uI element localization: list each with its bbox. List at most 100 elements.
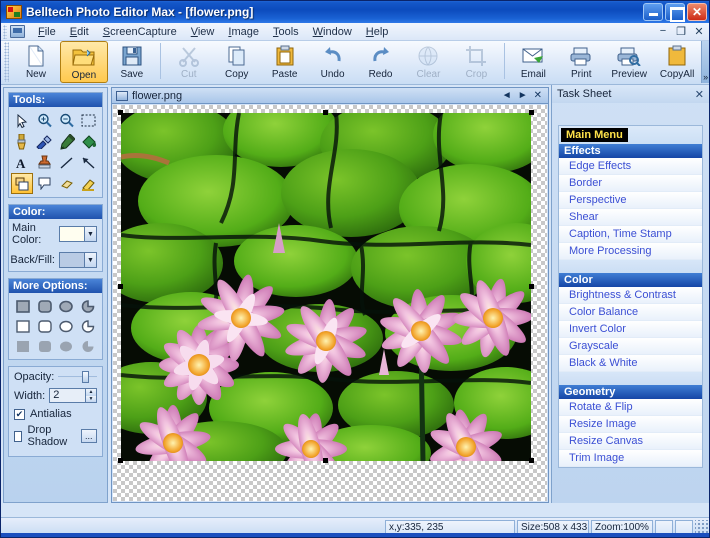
selection-handle-tr[interactable] xyxy=(529,110,534,115)
task-link-black-white[interactable]: Black & White xyxy=(559,355,702,372)
toolbar-button-new[interactable]: New xyxy=(12,41,60,83)
toolbar-button-copyall[interactable]: CopyAll xyxy=(653,41,701,83)
width-value[interactable]: 2 xyxy=(50,389,85,402)
document-close-icon[interactable]: ✕ xyxy=(534,90,542,101)
image-canvas[interactable] xyxy=(113,105,547,501)
fill-tool[interactable] xyxy=(78,131,100,152)
toolbar-button-email[interactable]: Email xyxy=(509,41,557,83)
task-link-border[interactable]: Border xyxy=(559,175,702,192)
zoom-in-tool[interactable] xyxy=(33,110,55,131)
task-link-color-balance[interactable]: Color Balance xyxy=(559,304,702,321)
toolbar-button-print[interactable]: Print xyxy=(557,41,605,83)
task-link-resize-image[interactable]: Resize Image xyxy=(559,416,702,433)
mdi-minimize-button[interactable]: − xyxy=(657,25,669,38)
selection-handle-bl[interactable] xyxy=(118,458,123,463)
maximize-button[interactable] xyxy=(665,3,685,21)
selection-handle-tl[interactable] xyxy=(118,110,123,115)
style-outline-square[interactable] xyxy=(12,317,34,335)
task-link-resize-canvas[interactable]: Resize Canvas xyxy=(559,433,702,450)
toolbar-button-clear[interactable]: Clear xyxy=(405,41,453,83)
chevron-down-icon[interactable]: ▼ xyxy=(84,227,96,241)
callout-tool[interactable] xyxy=(33,173,55,194)
menu-item-tools[interactable]: Tools xyxy=(266,24,306,40)
menu-item-edit[interactable]: Edit xyxy=(63,24,96,40)
style-solid-square[interactable] xyxy=(12,337,34,355)
menu-item-file[interactable]: FFileile xyxy=(31,24,63,40)
task-link-more-processing[interactable]: More Processing xyxy=(559,243,702,260)
backfill-color-picker[interactable]: ▼ xyxy=(59,252,97,268)
task-link-rotate-flip[interactable]: Rotate & Flip xyxy=(559,399,702,416)
menu-drag-grip[interactable] xyxy=(3,25,7,39)
selection-handle-tc[interactable] xyxy=(323,110,328,115)
line-tool[interactable] xyxy=(56,152,78,173)
pointer-tool[interactable] xyxy=(11,110,33,131)
mdi-close-button[interactable]: ✕ xyxy=(693,25,705,38)
opacity-slider[interactable] xyxy=(58,371,97,383)
highlighter-tool[interactable] xyxy=(78,173,100,194)
toolbar-button-crop[interactable]: Crop xyxy=(452,41,500,83)
style-outline-ellipse[interactable] xyxy=(56,317,78,335)
zoom-out-tool[interactable] xyxy=(56,110,78,131)
task-link-grayscale[interactable]: Grayscale xyxy=(559,338,702,355)
toolbar-button-copy[interactable]: Copy xyxy=(213,41,261,83)
toolbar-button-paste[interactable]: Paste xyxy=(261,41,309,83)
chevron-down-icon[interactable]: ▼ xyxy=(84,253,96,267)
toolbar-overflow-chevron-icon[interactable] xyxy=(701,41,710,83)
mdi-restore-button[interactable]: ❐ xyxy=(675,25,687,38)
menu-item-window[interactable]: Window xyxy=(306,24,359,40)
antialias-checkbox-row[interactable]: ✔ Antialias xyxy=(14,408,97,420)
color-picker-tool[interactable] xyxy=(33,131,55,152)
document-next-icon[interactable]: ► xyxy=(518,90,528,101)
select-tool[interactable] xyxy=(78,110,100,131)
close-button[interactable]: ✕ xyxy=(687,3,707,21)
toolbar-button-cut[interactable]: Cut xyxy=(165,41,213,83)
eraser-tool[interactable] xyxy=(56,173,78,194)
selection-handle-br[interactable] xyxy=(529,458,534,463)
stepper-down-icon[interactable]: ▼ xyxy=(86,396,96,403)
toolbar-button-redo[interactable]: Redo xyxy=(357,41,405,83)
task-link-invert-color[interactable]: Invert Color xyxy=(559,321,702,338)
task-link-caption-time-stamp[interactable]: Caption, Time Stamp xyxy=(559,226,702,243)
stamp-tool[interactable] xyxy=(33,152,55,173)
task-link-trim-image[interactable]: Trim Image xyxy=(559,450,702,467)
style-solid-rounded[interactable] xyxy=(34,337,56,355)
style-solid-ellipse[interactable] xyxy=(56,337,78,355)
style-filled-rounded-bordered[interactable] xyxy=(34,297,56,315)
shape-tool[interactable] xyxy=(11,173,33,194)
toolbar-button-save[interactable]: Save xyxy=(108,41,156,83)
selection-handle-bc[interactable] xyxy=(323,458,328,463)
photo-image[interactable] xyxy=(121,113,531,461)
pen-tool[interactable] xyxy=(56,131,78,152)
dropshadow-options-button[interactable]: ... xyxy=(81,429,97,443)
task-sheet-close-icon[interactable]: ✕ xyxy=(695,88,704,101)
task-link-perspective[interactable]: Perspective xyxy=(559,192,702,209)
main-color-picker[interactable]: ▼ xyxy=(59,226,97,242)
toolbar-button-preview[interactable]: Preview xyxy=(605,41,653,83)
opacity-slider-knob[interactable] xyxy=(82,371,89,383)
menu-item-view[interactable]: View xyxy=(184,24,222,40)
dropshadow-checkbox[interactable] xyxy=(14,431,22,442)
width-stepper[interactable]: 2 ▲ ▼ xyxy=(49,388,97,403)
document-prev-icon[interactable]: ◄ xyxy=(502,90,512,101)
width-stepper-buttons[interactable]: ▲ ▼ xyxy=(85,389,96,402)
style-outline-pie[interactable] xyxy=(77,317,99,335)
antialias-checkbox[interactable]: ✔ xyxy=(14,409,25,420)
toolbar-button-undo[interactable]: Undo xyxy=(309,41,357,83)
task-link-edge-effects[interactable]: Edge Effects xyxy=(559,158,702,175)
selection-handle-mr[interactable] xyxy=(529,284,534,289)
selection-handle-ml[interactable] xyxy=(118,284,123,289)
style-outline-rounded[interactable] xyxy=(34,317,56,335)
menu-item-image[interactable]: Image xyxy=(221,24,266,40)
task-link-shear[interactable]: Shear xyxy=(559,209,702,226)
menu-item-screencapture[interactable]: ScreenCapture xyxy=(96,24,184,40)
task-link-brightness-contrast[interactable]: Brightness & Contrast xyxy=(559,287,702,304)
style-filled-ellipse-bordered[interactable] xyxy=(56,297,78,315)
toolbar-drag-grip[interactable] xyxy=(4,42,9,82)
style-filled-square-bordered[interactable] xyxy=(12,297,34,315)
style-solid-pie[interactable] xyxy=(77,337,99,355)
dropshadow-checkbox-row[interactable]: Drop Shadow ... xyxy=(14,424,97,448)
text-tool[interactable]: A xyxy=(11,152,33,173)
menu-item-help[interactable]: Help xyxy=(359,24,396,40)
arrow-tool[interactable] xyxy=(78,152,100,173)
toolbar-button-open[interactable]: Open xyxy=(60,41,108,83)
